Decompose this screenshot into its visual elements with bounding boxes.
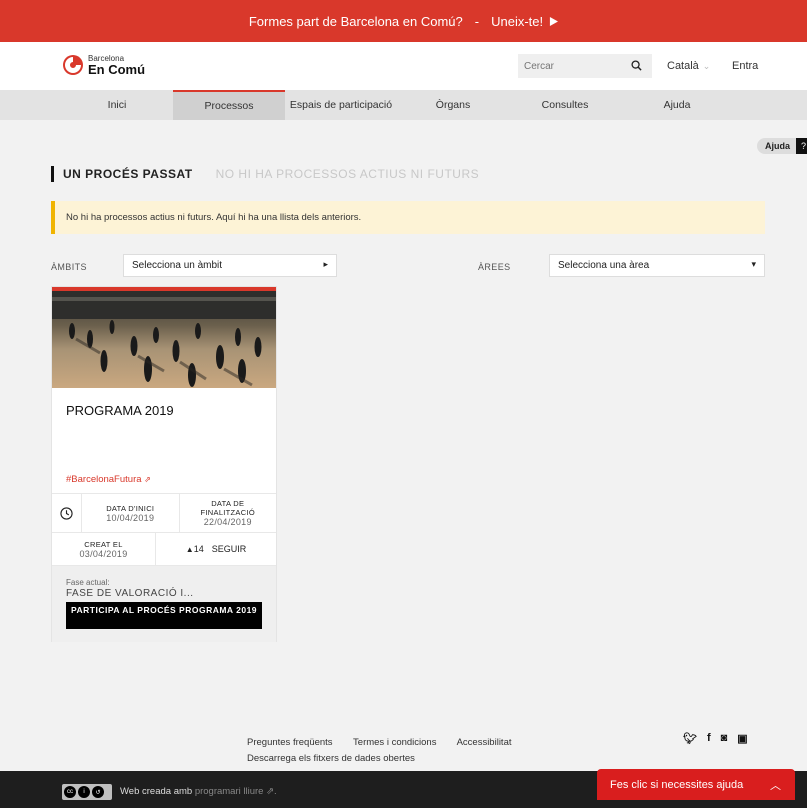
banner-question: Formes part de Barcelona en Comú? (248, 13, 463, 29)
external-link-icon: ⇗. (266, 786, 277, 797)
nav-item-participation-spaces[interactable]: Espais de participació (285, 90, 397, 120)
end-date-label-2: FINALITZACIÓ (200, 508, 255, 517)
scope-select-value: Selecciona un àmbit (132, 260, 223, 271)
process-filter-tabs: UN PROCÉS PASSAT NO HI HA PROCESSOS ACTI… (51, 166, 479, 182)
chevron-down-icon: ⌄ (702, 61, 711, 71)
start-date: DATA D'INICI 10/04/2019 (82, 494, 179, 532)
creative-commons-badge[interactable]: cc i ↺ (62, 784, 112, 800)
process-dates: DATA D'INICI 10/04/2019 DATA DE FINALITZ… (52, 493, 276, 533)
end-date: DATA DE FINALITZACIÓ 22/04/2019 (178, 494, 277, 532)
end-date-label-1: DATA DE (211, 499, 245, 508)
area-select-value: Selecciona una àrea (558, 260, 650, 271)
created-value: 03/04/2019 (79, 548, 128, 559)
social-links: 🐦︎ f ◙ ▣ (683, 732, 748, 745)
external-link-icon: ⇗ (144, 475, 151, 484)
caret-down-icon: ▾ (751, 259, 756, 269)
search-input[interactable] (524, 60, 624, 72)
created-date: CREAT EL 03/04/2019 (52, 533, 156, 565)
free-software-link[interactable]: programari lliure (195, 786, 264, 797)
tab-active-processes: NO HI HA PROCESSOS ACTIUS NI FUTURS (215, 167, 480, 181)
banner-separator: - (474, 13, 480, 29)
help-tag[interactable]: Ajuda ? (757, 138, 807, 154)
area-filter-label: ÀREES (478, 262, 511, 272)
facebook-icon[interactable]: f (707, 732, 711, 745)
card-footer: Fase actual: FASE DE VALORACIÓ I... PART… (52, 566, 276, 642)
footer-link-faq[interactable]: Preguntes freqüents (247, 737, 333, 748)
followers-count-value: 14 (193, 544, 204, 554)
logo-line2: En Comú (88, 61, 146, 77)
process-hashtag-link[interactable]: #BarcelonaFutura ⇗ (66, 474, 151, 485)
scope-filter-label: ÀMBITS (51, 262, 87, 272)
banner-cta-link[interactable]: Uneix-te! (491, 13, 559, 29)
nav-item-consultations[interactable]: Consultes (509, 90, 621, 120)
info-notice: No hi ha processos actius ni futurs. Aqu… (51, 201, 765, 234)
site-header: Barcelona En Comú Català⌄ Entra (0, 42, 807, 90)
sa-icon: ↺ (92, 786, 104, 798)
footer-links: Preguntes freqüents Termes i condicions … (247, 737, 530, 764)
made-with-label: Web creada amb (120, 786, 193, 797)
twitter-icon[interactable]: 🐦︎ (683, 732, 697, 745)
clock-icon (52, 494, 82, 532)
phase-label: Fase actual: (66, 578, 110, 587)
end-date-value: 22/04/2019 (203, 517, 252, 527)
followers-count: ▲14 (186, 544, 204, 554)
language-label: Català (667, 60, 699, 72)
footer-link-open-data[interactable]: Descarrega els fitxers de dades obertes (247, 753, 530, 764)
logo-text: Barcelona En Comú (88, 54, 146, 77)
start-date-label: DATA D'INICI (106, 503, 155, 513)
by-icon: i (78, 786, 90, 798)
help-chat-label: Fes clic si necessites ajuda (610, 778, 744, 791)
search-icon[interactable] (631, 60, 642, 71)
youtube-icon[interactable]: ▣ (737, 732, 747, 745)
question-mark-icon: ? (796, 138, 807, 154)
process-card[interactable]: PROGRAMA 2019 #BarcelonaFutura ⇗ DATA D'… (51, 286, 277, 642)
instagram-icon[interactable]: ◙ (721, 732, 728, 745)
play-arrow-icon (550, 16, 559, 26)
crowd-photo-icon (52, 291, 276, 387)
help-chat-button[interactable]: Fes clic si necessites ajuda ︿ (597, 769, 795, 800)
process-title[interactable]: PROGRAMA 2019 (66, 403, 174, 418)
cc-icon: cc (64, 786, 76, 798)
area-select[interactable]: Selecciona una àrea ▾ (549, 254, 765, 277)
main-nav: Inici Processos Espais de participació Ò… (0, 90, 807, 120)
tab-past-processes[interactable]: UN PROCÉS PASSAT (63, 167, 193, 181)
language-selector[interactable]: Català ⌄ (667, 60, 710, 72)
search-box[interactable] (518, 54, 652, 78)
nav-item-organs[interactable]: Òrgans (397, 90, 509, 120)
nav-item-home[interactable]: Inici (61, 90, 173, 120)
follow-button[interactable]: ▲14 SEGUIR (156, 533, 276, 565)
nav-item-help[interactable]: Ajuda (621, 90, 733, 120)
start-date-value: 10/04/2019 (106, 512, 155, 523)
footer-link-terms[interactable]: Termes i condicions (353, 737, 436, 748)
process-meta: CREAT EL 03/04/2019 ▲14 SEGUIR (52, 533, 276, 566)
hashtag-label: #BarcelonaFutura (66, 474, 142, 485)
logo-mark-icon (63, 55, 83, 75)
caret-right-icon: ▸ (323, 259, 328, 269)
nav-item-processes[interactable]: Processos (173, 90, 285, 120)
footer-link-accessibility[interactable]: Accessibilitat (457, 737, 512, 748)
banner-cta-label: Uneix-te! (491, 13, 544, 29)
site-logo[interactable]: Barcelona En Comú (62, 54, 145, 76)
chevron-up-icon: ︿ (770, 780, 781, 792)
help-tag-label: Ajuda (757, 138, 797, 154)
scope-select[interactable]: Selecciona un àmbit ▸ (123, 254, 337, 277)
login-link[interactable]: Entra (732, 60, 758, 72)
bell-icon: ▲ (185, 545, 194, 554)
join-banner[interactable]: Formes part de Barcelona en Comú? - Unei… (0, 0, 807, 42)
phase-value: FASE DE VALORACIÓ I... (66, 588, 194, 599)
active-tab-marker (51, 166, 54, 182)
participate-button[interactable]: PARTICIPA AL PROCÉS PROGRAMA 2019 (66, 602, 262, 629)
process-image[interactable] (52, 291, 276, 388)
follow-label: SEGUIR (211, 544, 247, 554)
created-label: CREAT EL (84, 539, 123, 549)
made-with-text: Web creada amb programari lliure ⇗. (120, 786, 277, 797)
